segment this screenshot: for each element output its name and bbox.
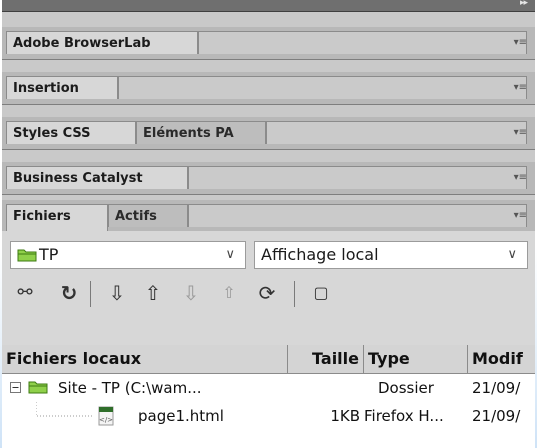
file-list-header: Fichiers locaux Taille Type Modif bbox=[2, 345, 535, 374]
tab-strip bbox=[188, 166, 527, 189]
panel-menu-icon[interactable]: ▾≡ bbox=[514, 210, 527, 221]
folder-icon bbox=[28, 374, 52, 402]
tab-strip bbox=[198, 31, 527, 54]
file-size: 1KB bbox=[330, 407, 360, 425]
file-type: Firefox H... bbox=[364, 407, 444, 425]
get-files-icon[interactable]: ⇩ bbox=[104, 280, 130, 306]
panel-menu-icon[interactable]: ▾≡ bbox=[514, 127, 527, 138]
column-local-files[interactable]: Fichiers locaux bbox=[2, 345, 288, 373]
collapse-icon[interactable]: ▸▸ bbox=[520, 0, 528, 8]
column-size[interactable]: Taille bbox=[288, 345, 364, 373]
dock-collapse-strip[interactable]: ▸▸ bbox=[2, 0, 535, 12]
tab-browserlab[interactable]: Adobe BrowserLab bbox=[6, 31, 198, 54]
chevron-down-icon: ∨ bbox=[507, 247, 517, 262]
refresh-icon[interactable]: ↻ bbox=[56, 280, 82, 306]
folder-icon bbox=[17, 249, 37, 262]
view-select[interactable]: Affichage local ∨ bbox=[254, 241, 528, 269]
panel-menu-icon[interactable]: ▾≡ bbox=[514, 37, 527, 48]
synchronize-icon[interactable]: ⟳ bbox=[254, 280, 280, 306]
tab-insertion[interactable]: Insertion bbox=[6, 76, 118, 99]
tab-elements-pa[interactable]: Eléments PA bbox=[136, 121, 266, 144]
file-modified: 21/09/ bbox=[472, 407, 521, 425]
file-name: page1.html bbox=[138, 407, 224, 425]
tab-actifs[interactable]: Actifs bbox=[108, 204, 188, 227]
table-row[interactable]: </> page1.html 1KB Firefox H... 21/09/ bbox=[2, 402, 535, 430]
tab-fichiers[interactable]: Fichiers bbox=[6, 204, 108, 231]
file-list: Fichiers locaux Taille Type Modif Site -… bbox=[2, 345, 535, 448]
file-type: Dossier bbox=[378, 379, 434, 397]
panel-dock: ▸▸ Adobe BrowserLab ▾≡ Insertion ▾≡ Styl… bbox=[2, 0, 535, 448]
tree-connector bbox=[36, 402, 96, 430]
file-size bbox=[292, 374, 360, 402]
files-toolbar: ⚯ ↻ ⇩ ⇧ ⇩ ⇧ ⟳ ▢ bbox=[2, 277, 535, 311]
svg-text:</>: </> bbox=[99, 416, 113, 424]
panel-styles: Styles CSS Eléments PA ▾≡ bbox=[2, 117, 535, 150]
chevron-down-icon: ∨ bbox=[225, 247, 235, 262]
panel-menu-icon[interactable]: ▾≡ bbox=[514, 172, 527, 183]
html-file-icon: </> bbox=[96, 402, 120, 430]
connect-icon[interactable]: ⚯ bbox=[12, 280, 38, 306]
panel-menu-icon[interactable]: ▾≡ bbox=[514, 82, 527, 93]
toolbar-separator bbox=[90, 281, 91, 307]
column-type[interactable]: Type bbox=[364, 345, 468, 373]
toolbar-separator bbox=[294, 281, 295, 307]
site-select-value: TP bbox=[39, 245, 59, 264]
panel-files-header: Fichiers Actifs ▾≡ bbox=[2, 200, 535, 231]
column-modified[interactable]: Modif bbox=[468, 345, 535, 373]
tab-strip bbox=[266, 121, 527, 144]
panel-business-catalyst: Business Catalyst ▾≡ bbox=[2, 162, 535, 195]
tab-strip bbox=[118, 76, 527, 99]
expand-icon[interactable]: ▢ bbox=[308, 280, 334, 306]
put-files-icon[interactable]: ⇧ bbox=[140, 280, 166, 306]
collapse-toggle-icon[interactable] bbox=[10, 374, 24, 402]
file-modified: 21/09/ bbox=[472, 379, 521, 397]
check-out-icon[interactable]: ⇩ bbox=[178, 280, 204, 306]
panel-insertion: Insertion ▾≡ bbox=[2, 72, 535, 105]
check-in-icon[interactable]: ⇧ bbox=[216, 280, 242, 306]
tab-strip bbox=[188, 204, 527, 227]
file-name: Site - TP (C:\wam... bbox=[58, 379, 202, 397]
table-row[interactable]: Site - TP (C:\wam... Dossier 21/09/ bbox=[2, 374, 535, 402]
view-select-value: Affichage local bbox=[261, 245, 379, 264]
panel-browserlab: Adobe BrowserLab ▾≡ bbox=[2, 27, 535, 60]
tab-business-catalyst[interactable]: Business Catalyst bbox=[6, 166, 188, 189]
tab-styles-css[interactable]: Styles CSS bbox=[6, 121, 136, 144]
files-panel: TP ∨ Affichage local ∨ ⚯ ↻ ⇩ ⇧ ⇩ ⇧ ⟳ ▢ F… bbox=[2, 231, 535, 448]
site-select[interactable]: TP ∨ bbox=[10, 241, 246, 269]
